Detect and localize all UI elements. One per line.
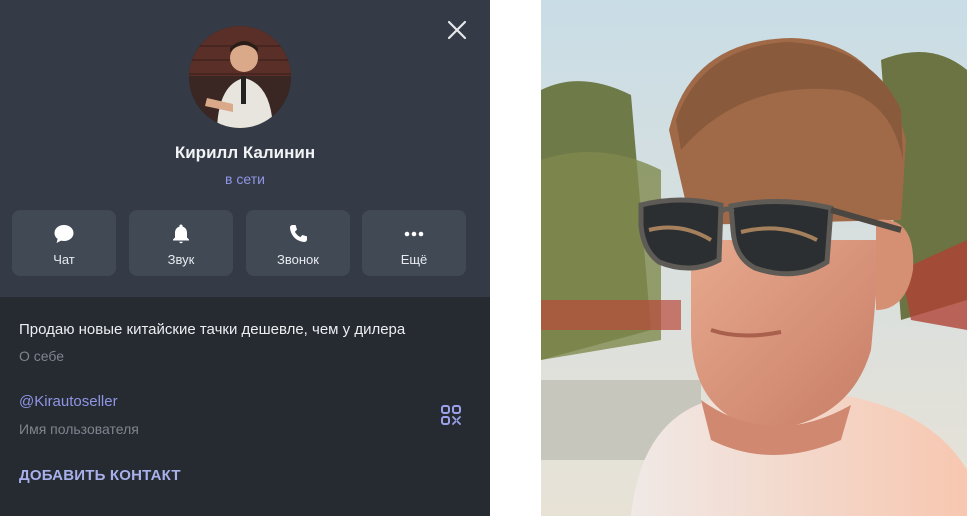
action-buttons: Чат Звук Звонок Ещё: [12, 210, 466, 276]
username-link[interactable]: @Kirautoseller: [19, 393, 118, 410]
chat-button[interactable]: Чат: [12, 210, 116, 276]
call-button-label: Звонок: [277, 252, 319, 267]
qr-code-icon[interactable]: [440, 404, 462, 426]
more-button-label: Ещё: [400, 252, 428, 267]
bell-icon: [173, 224, 189, 244]
add-contact-button[interactable]: ДОБАВИТЬ КОНТАКТ: [19, 467, 181, 484]
sound-button[interactable]: Звук: [129, 210, 233, 276]
profile-name: Кирилл Калинин: [174, 143, 316, 162]
chat-bubble-icon: [54, 225, 74, 243]
profile-panel: Кирилл Калинин в сети Чат Звук Звонок Ещ…: [0, 0, 490, 516]
username-label: Имя пользователя: [19, 421, 139, 437]
more-button[interactable]: Ещё: [362, 210, 466, 276]
online-status: в сети: [225, 171, 265, 187]
phone-icon: [290, 225, 307, 242]
call-button[interactable]: Звонок: [246, 210, 350, 276]
sound-button-label: Звук: [167, 252, 195, 267]
close-icon[interactable]: [445, 18, 469, 42]
about-label: О себе: [19, 348, 65, 364]
profile-photo: [541, 0, 967, 516]
about-text: Продаю новые китайские тачки дешевле, че…: [19, 321, 406, 338]
chat-button-label: Чат: [53, 252, 75, 267]
more-dots-icon: [404, 231, 424, 237]
avatar[interactable]: [189, 26, 291, 128]
profile-info-section: Продаю новые китайские тачки дешевле, че…: [0, 297, 490, 516]
